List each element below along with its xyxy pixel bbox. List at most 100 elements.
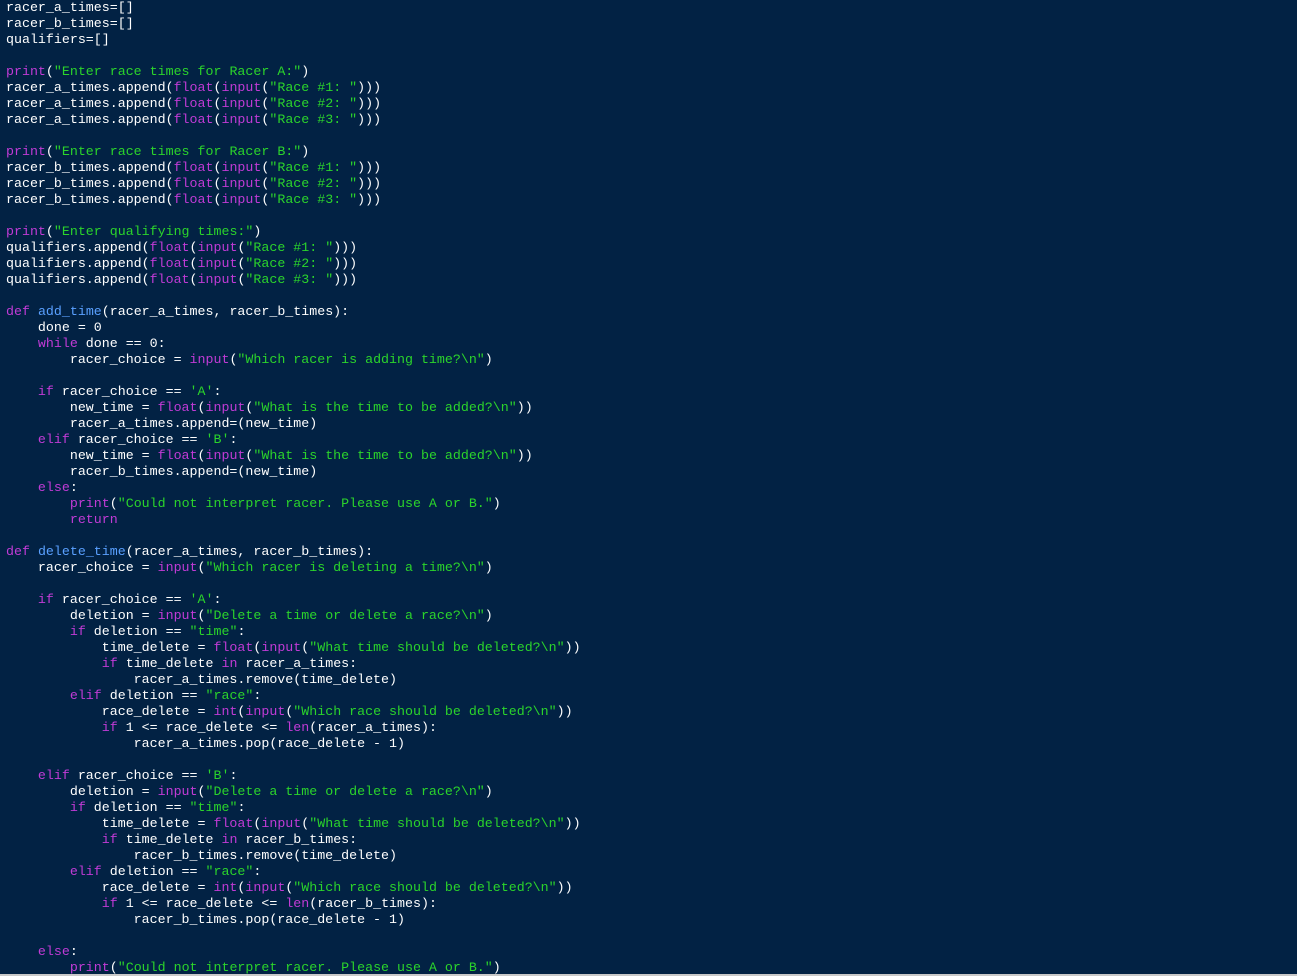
code-text: : <box>229 432 238 447</box>
code-text: deletion == <box>101 688 206 703</box>
code-line[interactable]: racer_b_times.append(float(input("Race #… <box>6 192 581 208</box>
code-line[interactable]: racer_b_times.append=(new_time) <box>6 464 581 480</box>
code-line[interactable]: while done == 0: <box>6 336 581 352</box>
code-line[interactable]: if deletion == "time": <box>6 624 581 640</box>
code-line[interactable] <box>6 928 581 944</box>
code-line[interactable]: racer_b_times.append(float(input("Race #… <box>6 160 581 176</box>
code-text: deletion = <box>6 784 158 799</box>
code-line[interactable]: qualifiers.append(float(input("Race #2: … <box>6 256 581 272</box>
builtin-token: input <box>205 400 246 415</box>
code-line[interactable]: race_delete = int(input("Which race shou… <box>6 880 581 896</box>
code-line[interactable]: qualifiers.append(float(input("Race #1: … <box>6 240 581 256</box>
code-line[interactable] <box>6 48 581 64</box>
code-line[interactable]: racer_b_times.remove(time_delete) <box>6 848 581 864</box>
code-line[interactable]: if deletion == "time": <box>6 800 581 816</box>
code-line[interactable]: qualifiers=[] <box>6 32 581 48</box>
keyword-token: if <box>101 832 118 847</box>
code-line[interactable]: def add_time(racer_a_times, racer_b_time… <box>6 304 581 320</box>
code-line[interactable]: else: <box>6 480 581 496</box>
code-text: time_delete = <box>6 816 214 831</box>
keyword-token: if <box>37 384 54 399</box>
code-line[interactable]: else: <box>6 944 581 960</box>
code-line[interactable]: return <box>6 512 581 528</box>
code-line[interactable]: print("Enter race times for Racer B:") <box>6 144 581 160</box>
code-line[interactable] <box>6 128 581 144</box>
code-line[interactable] <box>6 576 581 592</box>
code-line[interactable]: deletion = input("Delete a time or delet… <box>6 784 581 800</box>
code-line[interactable]: print("Could not interpret racer. Please… <box>6 496 581 512</box>
code-line[interactable]: racer_b_times=[] <box>6 16 581 32</box>
code-text: done = 0 <box>6 320 102 335</box>
code-line[interactable] <box>6 288 581 304</box>
code-text: : <box>69 944 78 959</box>
code-line[interactable] <box>6 368 581 384</box>
code-line[interactable]: if 1 <= race_delete <= len(racer_b_times… <box>6 896 581 912</box>
builtin-token: float <box>173 176 214 191</box>
code-text: : <box>237 624 246 639</box>
code-line[interactable]: racer_choice = input("Which racer is add… <box>6 352 581 368</box>
code-text: racer_b_times.append=(new_time) <box>6 464 318 479</box>
code-line[interactable]: print("Enter qualifying times:") <box>6 224 581 240</box>
builtin-token: print <box>6 64 46 79</box>
builtin-token: int <box>213 880 238 895</box>
builtin-token: float <box>157 448 198 463</box>
code-line[interactable]: if time_delete in racer_a_times: <box>6 656 581 672</box>
code-line[interactable]: elif racer_choice == 'B': <box>6 768 581 784</box>
builtin-token: input <box>197 256 238 271</box>
code-line[interactable]: new_time = float(input("What is the time… <box>6 448 581 464</box>
code-line[interactable]: racer_a_times=[] <box>6 0 581 16</box>
code-text: ( <box>189 256 198 271</box>
code-line[interactable]: elif deletion == "race": <box>6 688 581 704</box>
code-line[interactable]: racer_a_times.pop(race_delete - 1) <box>6 736 581 752</box>
code-line[interactable]: racer_choice = input("Which racer is del… <box>6 560 581 576</box>
string-literal: "Which racer is deleting a time?\n" <box>205 560 485 575</box>
code-line[interactable]: racer_a_times.append(float(input("Race #… <box>6 80 581 96</box>
code-text: ( <box>197 560 206 575</box>
code-line[interactable]: racer_b_times.append(float(input("Race #… <box>6 176 581 192</box>
code-line[interactable]: racer_b_times.pop(race_delete - 1) <box>6 912 581 928</box>
code-line[interactable] <box>6 752 581 768</box>
code-line[interactable]: racer_a_times.remove(time_delete) <box>6 672 581 688</box>
code-line[interactable] <box>6 208 581 224</box>
code-line[interactable]: qualifiers.append(float(input("Race #3: … <box>6 272 581 288</box>
code-line[interactable]: if racer_choice == 'A': <box>6 592 581 608</box>
code-text: done == 0: <box>77 336 166 351</box>
code-text: : <box>69 480 78 495</box>
code-line[interactable]: if 1 <= race_delete <= len(racer_a_times… <box>6 720 581 736</box>
code-line[interactable]: racer_a_times.append(float(input("Race #… <box>6 112 581 128</box>
code-line[interactable]: race_delete = int(input("Which race shou… <box>6 704 581 720</box>
string-literal: "Race #3: " <box>269 112 358 127</box>
builtin-token: input <box>205 448 246 463</box>
code-line[interactable]: elif deletion == "race": <box>6 864 581 880</box>
builtin-token: float <box>173 112 214 127</box>
string-literal: "Which race should be deleted?\n" <box>293 880 557 895</box>
code-line[interactable]: time_delete = float(input("What time sho… <box>6 640 581 656</box>
code-text: race_delete = <box>6 704 214 719</box>
builtin-token: input <box>157 784 198 799</box>
code-line[interactable]: deletion = input("Delete a time or delet… <box>6 608 581 624</box>
code-text: ))) <box>333 272 358 287</box>
code-editor[interactable]: racer_a_times=[] racer_b_times=[] qualifie… <box>0 0 1297 976</box>
code-text: ) <box>492 960 501 975</box>
code-line[interactable]: print("Enter race times for Racer A:") <box>6 64 581 80</box>
function-name: add_time <box>37 304 102 319</box>
code-text: ) <box>301 144 310 159</box>
builtin-token: len <box>285 720 310 735</box>
string-literal: "time" <box>189 800 238 815</box>
code-line[interactable]: racer_a_times.append(float(input("Race #… <box>6 96 581 112</box>
code-line[interactable]: time_delete = float(input("What time sho… <box>6 816 581 832</box>
code-area[interactable]: racer_a_times=[] racer_b_times=[] qualifie… <box>6 0 581 976</box>
code-line[interactable]: def delete_time(racer_a_times, racer_b_t… <box>6 544 581 560</box>
code-line[interactable]: if time_delete in racer_b_times: <box>6 832 581 848</box>
code-line[interactable] <box>6 528 581 544</box>
code-line[interactable]: done = 0 <box>6 320 581 336</box>
code-line[interactable]: elif racer_choice == 'B': <box>6 432 581 448</box>
code-line[interactable]: new_time = float(input("What is the time… <box>6 400 581 416</box>
code-line[interactable]: racer_a_times.append=(new_time) <box>6 416 581 432</box>
keyword-token: if <box>37 592 54 607</box>
code-line[interactable]: if racer_choice == 'A': <box>6 384 581 400</box>
